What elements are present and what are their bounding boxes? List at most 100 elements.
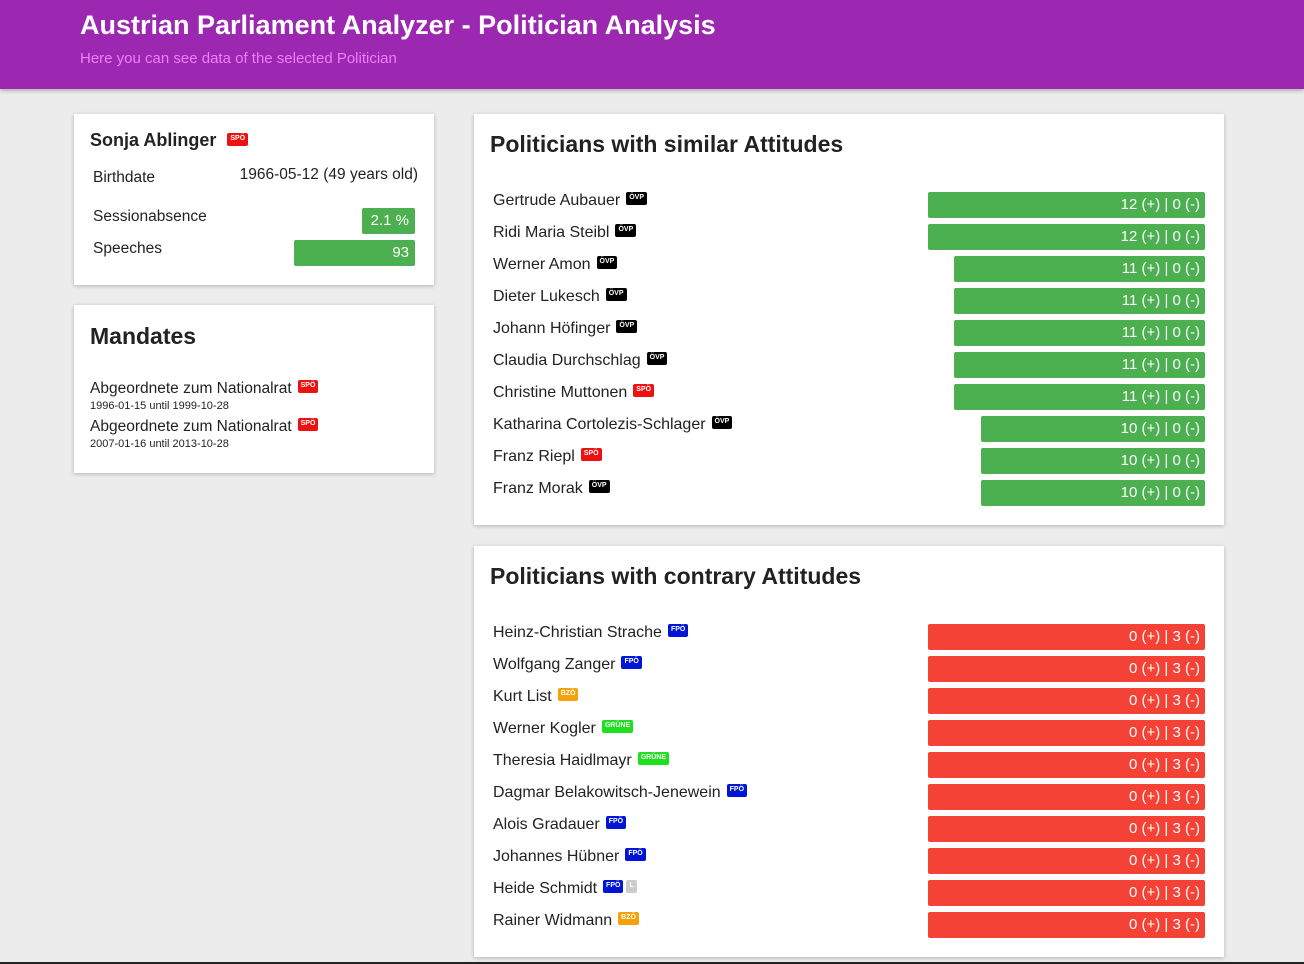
politician-name[interactable]: Franz Morak <box>493 480 583 497</box>
politician-name[interactable]: Theresia Haidlmayr <box>493 752 632 769</box>
grune-badge: GRÜNE <box>637 752 669 766</box>
ovp-badge: ÖVP <box>646 352 668 366</box>
politician-name[interactable]: Rainer Widmann <box>493 912 612 929</box>
birthdate-label: Birthdate <box>93 169 156 186</box>
politician-name[interactable]: Werner Amon <box>493 256 591 273</box>
politician-name[interactable]: Heinz-Christian Strache <box>493 624 662 641</box>
politician-row[interactable]: Christine Muttonen SPÖ 11 (+) | 0 (-) <box>493 384 1205 410</box>
politician-name[interactable]: Johannes Hübner <box>493 848 619 865</box>
mandate-name: Abgeordnete zum Nationalrat SPÖ <box>90 380 319 398</box>
politician-row[interactable]: Werner Kogler GRÜNE 0 (+) | 3 (-) <box>493 720 1205 746</box>
ovp-badge: ÖVP <box>615 224 637 238</box>
politician-row[interactable]: Dieter Lukesch ÖVP 11 (+) | 0 (-) <box>493 288 1205 314</box>
politician-row-label: Werner Amon ÖVP <box>493 256 618 274</box>
politician-name[interactable]: Dagmar Belakowitsch-Jenewein <box>493 784 721 801</box>
politician-row[interactable]: Katharina Cortolezis-Schlager ÖVP 10 (+) |… <box>493 416 1205 442</box>
ovp-badge: ÖVP <box>588 480 610 494</box>
politician-row[interactable]: Johann Höfinger ÖVP 11 (+) | 0 (-) <box>493 320 1205 346</box>
politician-row-label: Alois Gradauer FPÖ <box>493 816 627 834</box>
l-badge: L <box>626 880 637 894</box>
contrary-title: Politicians with contrary Attitudes <box>490 563 862 589</box>
politician-row[interactable]: Ridi Maria Steibl ÖVP 12 (+) | 0 (-) <box>493 224 1205 250</box>
bzo-badge: BZÖ <box>618 912 639 926</box>
politician-row-label: Gertrude Aubauer ÖVP <box>493 192 647 210</box>
politician-name[interactable]: Claudia Durchschlag <box>493 352 641 369</box>
politician-row[interactable]: Theresia Haidlmayr GRÜNE 0 (+) | 3 (-) <box>493 752 1205 778</box>
politician-name[interactable]: Franz Riepl <box>493 448 575 465</box>
mandate-dates: 2007-01-16 until 2013-10-28 <box>90 438 229 450</box>
attitude-score-bar: 0 (+) | 3 (-) <box>928 624 1205 650</box>
politician-name[interactable]: Katharina Cortolezis-Schlager <box>493 416 706 433</box>
grune-badge: GRÜNE <box>601 720 634 734</box>
fpo-badge: FPÖ <box>603 880 624 894</box>
politician-row-label: Johannes Hübner FPÖ <box>493 848 646 866</box>
politician-name[interactable]: Werner Kogler <box>493 720 596 737</box>
politician-row[interactable]: Franz Morak ÖVP 10 (+) | 0 (-) <box>493 480 1205 506</box>
politician-row[interactable]: Wolfgang Zanger FPÖ 0 (+) | 3 (-) <box>493 656 1205 682</box>
mandates-card: Mandates Abgeordnete zum Nationalrat SPÖ 1… <box>74 305 434 473</box>
politician-row-label: Werner Kogler GRÜNE <box>493 720 634 738</box>
spo-badge: SPÖ <box>580 448 602 462</box>
politician-name[interactable]: Gertrude Aubauer <box>493 192 620 209</box>
politician-row[interactable]: Heinz-Christian Strache FPÖ 0 (+) | 3 (-) <box>493 624 1205 650</box>
politician-name[interactable]: Alois Gradauer <box>493 816 600 833</box>
ovp-badge: ÖVP <box>616 320 638 334</box>
politician-name[interactable]: Kurt List <box>493 688 552 705</box>
mandate-title: Abgeordnete zum Nationalrat <box>90 418 292 435</box>
ovp-badge: ÖVP <box>596 256 618 270</box>
fpo-badge: FPÖ <box>625 848 646 862</box>
contrary-attitudes-card: Politicians with contrary Attitudes Hein… <box>474 546 1224 957</box>
politician-row[interactable]: Johannes Hübner FPÖ 0 (+) | 3 (-) <box>493 848 1205 874</box>
politician-row[interactable]: Rainer Widmann BZÖ 0 (+) | 3 (-) <box>493 912 1205 938</box>
politician-row[interactable]: Werner Amon ÖVP 11 (+) | 0 (-) <box>493 256 1205 282</box>
attitude-score-bar: 0 (+) | 3 (-) <box>928 848 1205 874</box>
politician-row[interactable]: Kurt List BZÖ 0 (+) | 3 (-) <box>493 688 1205 714</box>
attitude-score-bar: 0 (+) | 3 (-) <box>928 912 1205 938</box>
politician-row-label: Wolfgang Zanger FPÖ <box>493 656 642 674</box>
similar-title: Politicians with similar Attitudes <box>490 131 844 157</box>
politician-row[interactable]: Franz Riepl SPÖ 10 (+) | 0 (-) <box>493 448 1205 474</box>
politician-row-label: Dieter Lukesch ÖVP <box>493 288 627 306</box>
speeches-label: Speeches <box>93 240 162 257</box>
attitude-score-bar: 10 (+) | 0 (-) <box>981 416 1205 442</box>
bzo-badge: BZÖ <box>557 688 579 702</box>
politician-name[interactable]: Christine Muttonen <box>493 384 627 401</box>
politician-row-label: Claudia Durchschlag ÖVP <box>493 352 668 370</box>
sessionabsence-bar: 2.1 % <box>362 208 415 234</box>
politician-row[interactable]: Alois Gradauer FPÖ 0 (+) | 3 (-) <box>493 816 1205 842</box>
page-subtitle: Here you can see data of the selected Po… <box>80 50 397 67</box>
mandate-name: Abgeordnete zum Nationalrat SPÖ <box>90 418 319 436</box>
mandates-title: Mandates <box>90 323 197 349</box>
mandate-dates: 1996-01-15 until 1999-10-28 <box>90 400 229 412</box>
fpo-badge: FPÖ <box>605 816 627 830</box>
politician-row-label: Rainer Widmann BZÖ <box>493 912 639 930</box>
politician-name[interactable]: Dieter Lukesch <box>493 288 600 305</box>
party-badge: SPÖ <box>227 132 249 146</box>
politician-name[interactable]: Heide Schmidt <box>493 880 597 897</box>
politician-row[interactable]: Claudia Durchschlag ÖVP 11 (+) | 0 (-) <box>493 352 1205 378</box>
spo-badge: SPÖ <box>297 380 319 394</box>
attitude-score-bar: 12 (+) | 0 (-) <box>928 224 1205 250</box>
app-header: Austrian Parliament Analyzer - Politicia… <box>0 0 1304 89</box>
politician-row-label: Franz Riepl SPÖ <box>493 448 602 466</box>
ovp-badge: ÖVP <box>711 416 733 430</box>
politician-row-label: Kurt List BZÖ <box>493 688 579 706</box>
politician-name[interactable]: Ridi Maria Steibl <box>493 224 609 241</box>
attitude-score-bar: 11 (+) | 0 (-) <box>954 256 1205 282</box>
politician-name[interactable]: Wolfgang Zanger <box>493 656 615 673</box>
ovp-badge: ÖVP <box>605 288 627 302</box>
politician-row-label: Theresia Haidlmayr GRÜNE <box>493 752 669 770</box>
speeches-bar: 93 <box>294 240 415 266</box>
politician-row-label: Katharina Cortolezis-Schlager ÖVP <box>493 416 733 434</box>
politician-row-label: Heide Schmidt FPÖ L <box>493 880 637 898</box>
fpo-badge: FPÖ <box>667 624 689 638</box>
politician-name[interactable]: Johann Höfinger <box>493 320 610 337</box>
politician-row[interactable]: Heide Schmidt FPÖ L 0 (+) | 3 (-) <box>493 880 1205 906</box>
politician-row-label: Ridi Maria Steibl ÖVP <box>493 224 637 242</box>
politician-row[interactable]: Gertrude Aubauer ÖVP 12 (+) | 0 (-) <box>493 192 1205 218</box>
page-title: Austrian Parliament Analyzer - Politicia… <box>80 10 716 40</box>
politician-row[interactable]: Dagmar Belakowitsch-Jenewein FPÖ 0 (+) | 3… <box>493 784 1205 810</box>
spo-badge: SPÖ <box>297 418 319 432</box>
attitude-score-bar: 0 (+) | 3 (-) <box>928 816 1205 842</box>
politician-name: Sonja Ablinger <box>90 130 217 150</box>
